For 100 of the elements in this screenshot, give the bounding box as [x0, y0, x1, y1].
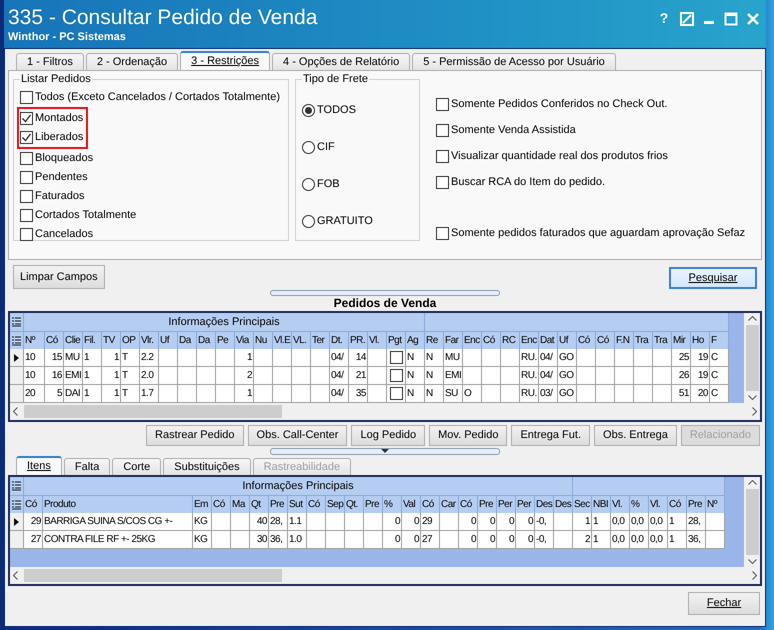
- tab[interactable]: 2 - Ordenação: [86, 53, 178, 70]
- column-header[interactable]: Vl.: [368, 331, 387, 349]
- tab[interactable]: 1 - Filtros: [16, 53, 84, 70]
- column-header[interactable]: Pre: [478, 495, 497, 513]
- action-button[interactable]: Rastrear Pedido: [146, 425, 244, 446]
- radio-button[interactable]: [302, 178, 315, 191]
- column-header[interactable]: Per: [516, 495, 535, 513]
- action-button[interactable]: Entrega Fut.: [511, 425, 590, 446]
- column-header[interactable]: Vl.: [611, 495, 630, 513]
- column-header[interactable]: Dat: [539, 331, 558, 349]
- column-header[interactable]: Vlr.: [140, 331, 159, 349]
- edit-icon[interactable]: [680, 12, 694, 26]
- close-icon[interactable]: [746, 12, 760, 26]
- column-header[interactable]: RC: [501, 331, 520, 349]
- row-indicator[interactable]: [10, 349, 24, 367]
- column-header[interactable]: Tra: [634, 331, 653, 349]
- close-button[interactable]: Fechar: [688, 592, 760, 615]
- scroll-up-icon[interactable]: [748, 480, 756, 485]
- column-header[interactable]: VL.: [292, 331, 311, 349]
- column-header[interactable]: Pe: [216, 331, 235, 349]
- column-header[interactable]: F.N: [615, 331, 634, 349]
- vertical-scrollbar[interactable]: [744, 477, 760, 567]
- column-header[interactable]: Fil.: [83, 331, 102, 349]
- checkbox[interactable]: [436, 98, 449, 110]
- column-header[interactable]: Da: [197, 331, 216, 349]
- radio-button[interactable]: [302, 104, 315, 117]
- column-header[interactable]: Val: [402, 495, 421, 513]
- column-header[interactable]: Nº: [24, 331, 45, 349]
- checkbox[interactable]: [390, 351, 402, 364]
- scroll-up-icon[interactable]: [748, 316, 756, 321]
- vertical-scrollbar[interactable]: [744, 313, 760, 403]
- action-button[interactable]: Obs. Entrega: [594, 425, 677, 446]
- column-header[interactable]: Pgt: [387, 331, 406, 349]
- column-header[interactable]: Sep: [326, 495, 345, 513]
- column-header[interactable]: Có: [577, 331, 596, 349]
- action-button[interactable]: Log Pedido: [351, 425, 426, 446]
- column-header[interactable]: OP: [121, 331, 140, 349]
- column-header[interactable]: Per: [497, 495, 516, 513]
- scroll-left-icon[interactable]: [13, 571, 18, 580]
- column-header[interactable]: Pre: [269, 495, 288, 513]
- radio-button[interactable]: [302, 215, 315, 228]
- column-header[interactable]: Dt.: [330, 331, 349, 349]
- column-header[interactable]: Có: [307, 495, 326, 513]
- checkbox[interactable]: [20, 228, 33, 240]
- column-header[interactable]: F: [710, 331, 729, 349]
- horizontal-scrollbar[interactable]: [10, 403, 760, 420]
- column-header[interactable]: Sec: [573, 495, 592, 513]
- search-button[interactable]: Pesquisar: [669, 267, 757, 289]
- column-header[interactable]: PR.: [349, 331, 368, 349]
- column-header[interactable]: Vl.E: [273, 331, 292, 349]
- row-indicator[interactable]: [10, 513, 24, 531]
- column-header[interactable]: Da: [178, 331, 197, 349]
- column-header[interactable]: Tra: [653, 331, 672, 349]
- checkbox[interactable]: [436, 176, 449, 188]
- column-header[interactable]: Qt.: [345, 495, 364, 513]
- column-header[interactable]: Pre: [687, 495, 706, 513]
- checkbox[interactable]: [20, 170, 33, 184]
- checkbox[interactable]: [20, 208, 33, 222]
- column-header[interactable]: Via: [235, 331, 254, 349]
- tab[interactable]: Substituições: [163, 458, 251, 475]
- tab[interactable]: Itens: [16, 456, 62, 475]
- scroll-down-icon[interactable]: [748, 559, 756, 564]
- checkbox[interactable]: [390, 387, 402, 400]
- action-button[interactable]: Obs. Call-Center: [248, 425, 348, 446]
- column-header[interactable]: Far: [444, 331, 463, 349]
- horizontal-scrollbar[interactable]: [10, 567, 760, 584]
- column-header[interactable]: Có: [459, 495, 478, 513]
- column-header[interactable]: Des: [554, 495, 573, 513]
- column-header[interactable]: Có: [596, 331, 615, 349]
- clear-fields-button[interactable]: Limpar Campos: [13, 265, 105, 289]
- column-header[interactable]: Có: [668, 495, 687, 513]
- column-header[interactable]: %: [383, 495, 402, 513]
- checkbox[interactable]: [20, 130, 33, 144]
- tab[interactable]: Falta: [64, 458, 110, 475]
- column-header[interactable]: Ag: [406, 331, 425, 349]
- column-header[interactable]: NBI: [592, 495, 611, 513]
- column-header[interactable]: Có: [421, 495, 440, 513]
- column-header[interactable]: TV: [102, 331, 121, 349]
- action-button[interactable]: Mov. Pedido: [429, 425, 508, 446]
- checkbox[interactable]: [436, 226, 449, 240]
- column-header[interactable]: Produto: [43, 495, 193, 513]
- column-header[interactable]: Em: [193, 495, 212, 513]
- splitter-handle[interactable]: [270, 448, 500, 455]
- scroll-right-icon[interactable]: [752, 407, 757, 416]
- column-header[interactable]: Car: [440, 495, 459, 513]
- radio-button[interactable]: [302, 141, 315, 154]
- checkbox[interactable]: [436, 124, 449, 136]
- checkbox[interactable]: [390, 369, 402, 382]
- column-header[interactable]: Có: [482, 331, 501, 349]
- checkbox[interactable]: [20, 90, 33, 104]
- column-header[interactable]: Nº: [706, 495, 725, 513]
- column-header[interactable]: Nu: [254, 331, 273, 349]
- tab[interactable]: 3 - Restrições: [180, 51, 270, 70]
- tab[interactable]: Corte: [112, 458, 162, 475]
- scroll-left-icon[interactable]: [13, 407, 18, 416]
- column-header[interactable]: Clie: [64, 331, 83, 349]
- maximize-icon[interactable]: [724, 12, 738, 26]
- checkbox[interactable]: [20, 190, 33, 202]
- column-header[interactable]: Enc: [463, 331, 482, 349]
- column-header[interactable]: Sut: [288, 495, 307, 513]
